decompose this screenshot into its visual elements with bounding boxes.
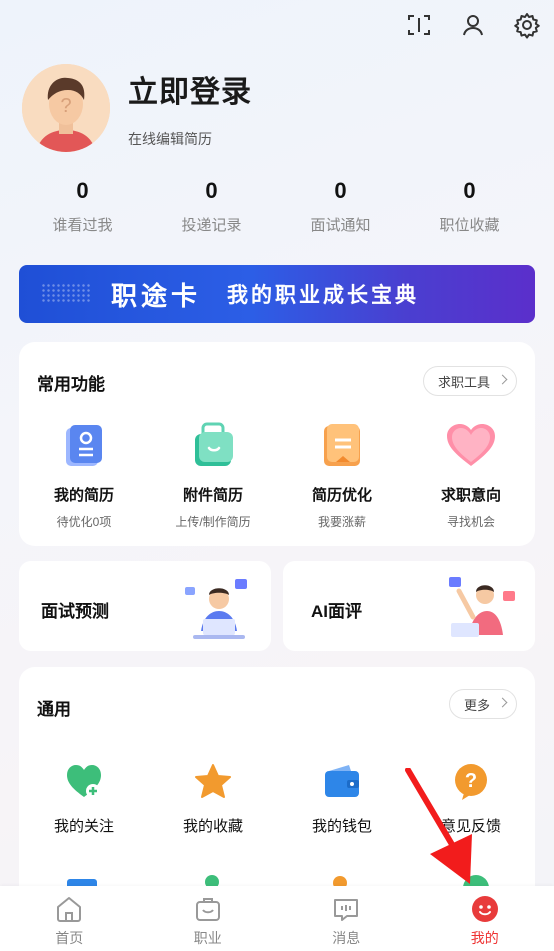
feature-subtitle: 我要涨薪 xyxy=(317,515,366,529)
resume-optimize-icon xyxy=(318,422,366,470)
feature-title: 我的简历 xyxy=(53,487,114,504)
profile-subtitle: 在线编辑简历 xyxy=(128,131,212,147)
briefcase-icon xyxy=(193,894,223,924)
more-button[interactable]: 更多 xyxy=(448,689,517,719)
home-icon xyxy=(54,894,84,924)
ai-review-illustration xyxy=(447,573,517,641)
tab-career[interactable]: 职业 xyxy=(139,886,278,951)
general-feedback[interactable]: ? 意见反馈 xyxy=(406,763,536,836)
feature-subtitle: 上传/制作简历 xyxy=(175,515,251,529)
scan-icon[interactable] xyxy=(404,10,434,40)
stat-value: 0 xyxy=(205,178,218,203)
feature-title: 简历优化 xyxy=(311,487,372,504)
bottom-tab-bar: 首页 职业 消息 我的 xyxy=(0,886,554,951)
feature-attachment-resume[interactable]: 附件简历 上传/制作简历 xyxy=(148,422,278,530)
banner-slogan: 我的职业成长宝典 xyxy=(227,284,420,307)
login-title[interactable]: 立即登录 xyxy=(128,67,252,111)
stat-favorites[interactable]: 0 职位收藏 xyxy=(405,178,534,235)
ai-review-card[interactable]: AI面评 xyxy=(283,561,535,651)
general-wallet[interactable]: 我的钱包 xyxy=(277,763,407,836)
stat-label: 投递记录 xyxy=(181,217,242,234)
tab-mine[interactable]: 我的 xyxy=(416,886,554,951)
common-functions-card: 常用功能 求职工具 我的简历 待优化0项 附件简历 上传/制作简历 简历优化 我… xyxy=(19,342,535,546)
avatar[interactable]: ? xyxy=(22,64,110,152)
heart-plus-icon xyxy=(65,763,103,801)
resume-icon xyxy=(60,422,108,470)
chevron-right-icon xyxy=(497,697,508,708)
tab-label: 消息 xyxy=(332,930,361,946)
attachment-bag-icon xyxy=(189,422,237,470)
tab-label: 我的 xyxy=(470,930,499,946)
tab-messages[interactable]: 消息 xyxy=(277,886,416,951)
settings-icon[interactable] xyxy=(512,10,542,40)
question-icon: ? xyxy=(452,763,490,801)
stat-label: 谁看过我 xyxy=(52,217,113,234)
general-label: 我的关注 xyxy=(53,818,114,835)
feature-my-resume[interactable]: 我的简历 待优化0项 xyxy=(19,422,149,530)
heart-icon xyxy=(443,422,499,470)
career-card-banner[interactable]: 职途卡 我的职业成长宝典 xyxy=(19,265,535,323)
interview-prediction-card[interactable]: 面试预测 xyxy=(19,561,271,651)
stat-value: 0 xyxy=(76,178,89,203)
stats-row: 0 谁看过我 0 投递记录 0 面试通知 0 职位收藏 xyxy=(18,178,534,235)
profile-header[interactable]: ? 立即登录 在线编辑简历 xyxy=(22,64,252,152)
stat-value: 0 xyxy=(463,178,476,203)
section-title: 常用功能 xyxy=(37,375,105,394)
tab-home[interactable]: 首页 xyxy=(0,886,139,951)
general-label: 我的钱包 xyxy=(311,818,372,835)
stat-interviews[interactable]: 0 面试通知 xyxy=(276,178,405,235)
general-favorites[interactable]: 我的收藏 xyxy=(148,763,278,836)
tab-label: 职业 xyxy=(193,930,222,946)
smile-face-icon xyxy=(470,894,500,924)
star-icon xyxy=(194,763,232,801)
card-title: AI面评 xyxy=(311,602,362,621)
feature-subtitle: 待优化0项 xyxy=(56,515,112,529)
wallet-icon xyxy=(323,763,361,801)
job-tools-button[interactable]: 求职工具 xyxy=(422,366,517,396)
more-label: 更多 xyxy=(463,697,490,713)
feature-job-intention[interactable]: 求职意向 寻找机会 xyxy=(406,422,536,530)
feature-resume-optimize[interactable]: 简历优化 我要涨薪 xyxy=(277,422,407,530)
stat-viewed[interactable]: 0 谁看过我 xyxy=(18,178,147,235)
general-card: 通用 更多 我的关注 我的收藏 我的钱包 ? 意见反馈 xyxy=(19,667,535,907)
card-title: 面试预测 xyxy=(41,602,109,621)
banner-decoration xyxy=(41,283,91,303)
chevron-right-icon xyxy=(497,374,508,385)
general-follow[interactable]: 我的关注 xyxy=(19,763,149,836)
message-icon xyxy=(331,894,361,924)
tab-label: 首页 xyxy=(55,930,84,946)
banner-title: 职途卡 xyxy=(111,280,202,311)
stat-value: 0 xyxy=(334,178,347,203)
general-label: 我的收藏 xyxy=(182,818,243,835)
general-label: 意见反馈 xyxy=(440,818,501,835)
interview-illustration xyxy=(183,573,253,641)
top-toolbar xyxy=(404,10,542,40)
stat-label: 职位收藏 xyxy=(439,217,500,234)
feature-title: 附件简历 xyxy=(182,487,243,504)
section-title: 通用 xyxy=(37,700,71,719)
stat-applications[interactable]: 0 投递记录 xyxy=(147,178,276,235)
feature-title: 求职意向 xyxy=(440,487,501,504)
user-icon[interactable] xyxy=(458,10,488,40)
job-tools-label: 求职工具 xyxy=(437,374,490,390)
svg-text:?: ? xyxy=(465,770,477,792)
stat-label: 面试通知 xyxy=(310,217,371,234)
svg-text:?: ? xyxy=(60,95,71,117)
feature-subtitle: 寻找机会 xyxy=(446,515,495,529)
